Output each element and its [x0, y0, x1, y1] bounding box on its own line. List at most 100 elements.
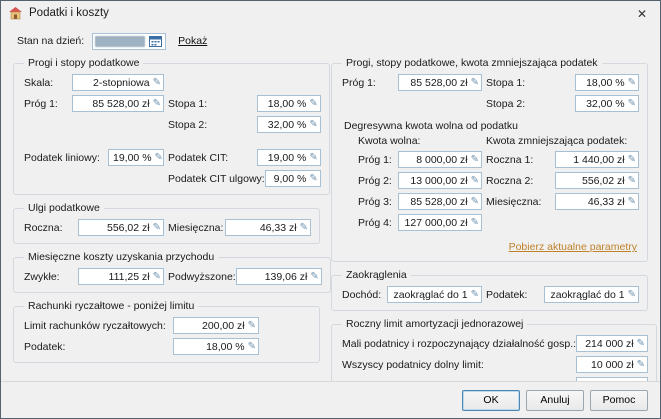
- kwota-wolna-heading: Kwota wolna:: [342, 135, 482, 147]
- dialog-window: Podatki i koszty ✕ Stan na dzień:: [0, 0, 661, 419]
- edit-pencil-icon[interactable]: ✎: [309, 153, 317, 163]
- edit-pencil-icon[interactable]: ✎: [248, 321, 256, 331]
- skala-field[interactable]: 2-stopniowa ✎: [72, 74, 164, 91]
- prog1-label: Próg 1:: [24, 98, 58, 110]
- edit-pencil-icon[interactable]: ✎: [628, 155, 636, 165]
- group-thresholds-reducing: Progi, stopy podatkowe, kwota zmniejszaj…: [331, 57, 648, 262]
- zaokr-podatek-label: Podatek:: [486, 289, 527, 301]
- p4-field[interactable]: 127 000,00 zł ✎: [398, 214, 482, 231]
- podwyzszone-field[interactable]: 139,06 zł ✎: [236, 268, 322, 285]
- stopa1-label: Stopa 1:: [168, 98, 207, 110]
- m-field[interactable]: 46,33 zł ✎: [555, 193, 639, 210]
- stopa1-field[interactable]: 18,00 % ✎: [257, 95, 321, 112]
- edit-pencil-icon[interactable]: ✎: [153, 223, 161, 233]
- ok-button[interactable]: OK: [462, 390, 520, 411]
- window-title: Podatki i koszty: [29, 7, 109, 19]
- group-monthly-costs-title: Miesięczne koszty uzyskania przychodu: [24, 251, 218, 263]
- r2-field[interactable]: 556,02 zł ✎: [555, 172, 639, 189]
- edit-pencil-icon[interactable]: ✎: [628, 78, 636, 88]
- dochod-label: Dochód:: [342, 289, 381, 301]
- edit-pencil-icon[interactable]: ✎: [153, 78, 161, 88]
- dialog-footer: OK Anuluj Pomoc: [1, 381, 660, 418]
- group-rounding: Zaokrąglenia Dochód: zaokrąglać do 1 ✎ P…: [331, 269, 648, 311]
- edit-pencil-icon[interactable]: ✎: [471, 218, 479, 228]
- edit-pencil-icon[interactable]: ✎: [153, 272, 161, 282]
- edit-pencil-icon[interactable]: ✎: [471, 78, 479, 88]
- edit-pencil-icon[interactable]: ✎: [310, 272, 318, 282]
- close-button[interactable]: ✕: [624, 1, 660, 25]
- mali-field[interactable]: 214 000 zł ✎: [576, 335, 648, 352]
- r-stopa2-field[interactable]: 32,00 % ✎: [575, 95, 639, 112]
- edit-pencil-icon[interactable]: ✎: [248, 342, 256, 352]
- miesieczna-field[interactable]: 46,33 zł ✎: [225, 219, 311, 236]
- p3-label: Próg 3:: [342, 196, 392, 208]
- stopa2-field[interactable]: 32,00 % ✎: [257, 116, 321, 133]
- edit-pencil-icon[interactable]: ✎: [471, 155, 479, 165]
- status-date-row: Stan na dzień: Pokaż: [17, 29, 648, 53]
- edit-pencil-icon[interactable]: ✎: [628, 176, 636, 186]
- edit-pencil-icon[interactable]: ✎: [637, 360, 645, 370]
- cancel-button[interactable]: Anuluj: [526, 390, 584, 411]
- edit-pencil-icon[interactable]: ✎: [309, 120, 317, 130]
- r-prog1-field[interactable]: 85 528,00 zł ✎: [398, 74, 482, 91]
- degressive-heading: Degresywna kwota wolna od podatku: [344, 120, 639, 132]
- edit-pencil-icon[interactable]: ✎: [471, 197, 479, 207]
- edit-pencil-icon[interactable]: ✎: [471, 176, 479, 186]
- p1-label: Próg 1:: [342, 154, 392, 166]
- skala-label: Skala:: [24, 77, 53, 89]
- group-rounding-title: Zaokrąglenia: [342, 269, 411, 281]
- prog1-field[interactable]: 85 528,00 zł ✎: [72, 95, 164, 112]
- edit-pencil-icon[interactable]: ✎: [300, 223, 308, 233]
- date-label: Stan na dzień:: [17, 35, 84, 47]
- r-stopa2-label: Stopa 2:: [486, 98, 525, 110]
- edit-pencil-icon[interactable]: ✎: [309, 174, 317, 184]
- r1-field[interactable]: 1 440,00 zł ✎: [555, 151, 639, 168]
- zaokr-podatek-field[interactable]: zaokrąglać do 1 ✎: [544, 286, 639, 303]
- download-parameters-link[interactable]: Pobierz aktualne parametry: [509, 241, 637, 253]
- liniowy-field[interactable]: 19,00 % ✎: [108, 149, 164, 166]
- cit-ulgowy-label: Podatek CIT ulgowy:: [168, 173, 265, 185]
- p4-label: Próg 4:: [342, 217, 392, 229]
- cit-ulgowy-field[interactable]: 9,00 % ✎: [265, 170, 321, 187]
- edit-pencil-icon[interactable]: ✎: [628, 99, 636, 109]
- group-tax-scale-title: Progi i stopy podatkowe: [24, 57, 143, 69]
- edit-pencil-icon[interactable]: ✎: [628, 290, 636, 300]
- date-input[interactable]: [92, 33, 166, 50]
- miesieczna-label: Miesięczna:: [168, 222, 223, 234]
- edit-pencil-icon[interactable]: ✎: [637, 339, 645, 349]
- dolny-label: Wszyscy podatnicy dolny limit:: [342, 359, 484, 371]
- ryczalt-podatek-field[interactable]: 18,00 % ✎: [173, 338, 259, 355]
- r1-label: Roczna 1:: [486, 154, 533, 166]
- roczna-field[interactable]: 556,02 zł ✎: [78, 219, 164, 236]
- edit-pencil-icon[interactable]: ✎: [153, 99, 161, 109]
- group-tax-relief-title: Ulgi podatkowe: [24, 202, 104, 214]
- p1-field[interactable]: 8 000,00 zł ✎: [398, 151, 482, 168]
- show-link[interactable]: Pokaż: [178, 35, 207, 47]
- group-lump-sum: Rachunki ryczałtowe - poniżej limitu Lim…: [13, 300, 320, 363]
- group-depreciation-limit-title: Roczny limit amortyzacji jednorazowej: [342, 318, 527, 330]
- zwykle-field[interactable]: 111,25 zł ✎: [78, 268, 164, 285]
- title-bar[interactable]: Podatki i koszty ✕: [1, 1, 660, 25]
- p2-field[interactable]: 13 000,00 zł ✎: [398, 172, 482, 189]
- zwykle-label: Zwykłe:: [24, 271, 60, 283]
- cit-label: Podatek CIT:: [168, 152, 228, 164]
- calendar-icon[interactable]: [148, 34, 163, 49]
- app-icon: [8, 6, 23, 20]
- help-button[interactable]: Pomoc: [590, 390, 648, 411]
- edit-pencil-icon[interactable]: ✎: [155, 153, 163, 163]
- r-stopa1-label: Stopa 1:: [486, 77, 525, 89]
- limit-ryczalt-field[interactable]: 200,00 zł ✎: [173, 317, 259, 334]
- edit-pencil-icon[interactable]: ✎: [471, 290, 479, 300]
- dolny-field[interactable]: 10 000 zł ✎: [576, 356, 648, 373]
- left-column: Progi i stopy podatkowe Skala: 2-stopnio…: [13, 57, 320, 370]
- podwyzszone-label: Podwyższone:: [168, 271, 236, 283]
- r-stopa1-field[interactable]: 18,00 % ✎: [575, 74, 639, 91]
- group-tax-scale: Progi i stopy podatkowe Skala: 2-stopnio…: [13, 57, 330, 195]
- dochod-field[interactable]: zaokrąglać do 1 ✎: [387, 286, 482, 303]
- p3-field[interactable]: 85 528,00 zł ✎: [398, 193, 482, 210]
- edit-pencil-icon[interactable]: ✎: [628, 197, 636, 207]
- cit-field[interactable]: 19,00 % ✎: [257, 149, 321, 166]
- group-monthly-costs: Miesięczne koszty uzyskania przychodu Zw…: [13, 251, 331, 293]
- edit-pencil-icon[interactable]: ✎: [309, 99, 317, 109]
- limit-ryczalt-label: Limit rachunków ryczałtowych:: [24, 320, 166, 332]
